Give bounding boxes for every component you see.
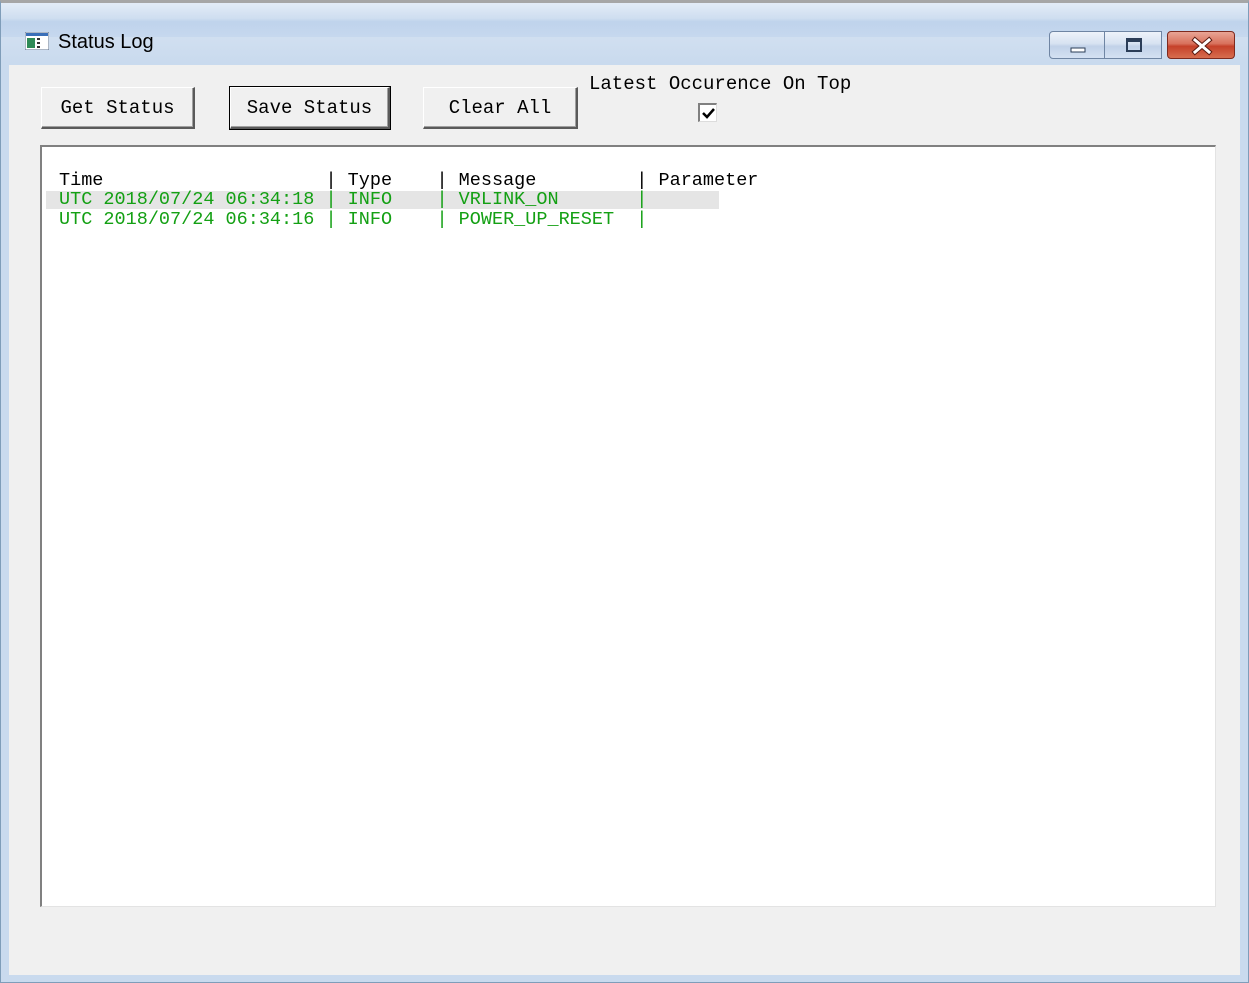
log-row[interactable]: UTC 2018/07/24 06:34:16 | INFO | POWER_U…	[59, 210, 647, 230]
get-status-button[interactable]: Get Status	[41, 87, 195, 129]
minimize-icon	[1070, 47, 1086, 53]
minimize-button[interactable]	[1049, 31, 1105, 59]
close-icon	[1191, 36, 1213, 56]
latest-on-top-label: Latest Occurence On Top	[589, 73, 852, 95]
close-button[interactable]	[1167, 31, 1235, 59]
maximize-button[interactable]	[1104, 31, 1162, 59]
client-area: Get Status Save Status Clear All Latest …	[9, 65, 1240, 975]
window-title: Status Log	[58, 31, 154, 53]
log-header: Time | Type | Message | Parameter	[59, 170, 759, 191]
clear-all-button[interactable]: Clear All	[423, 87, 578, 129]
save-status-button[interactable]: Save Status	[229, 86, 391, 130]
status-log-window: Status Log Get Status Save Status Clear …	[0, 0, 1249, 983]
latest-on-top-checkbox[interactable]	[698, 103, 717, 122]
log-row[interactable]: UTC 2018/07/24 06:34:18 | INFO | VRLINK_…	[59, 190, 647, 210]
maximize-icon	[1126, 38, 1142, 52]
status-log-app-icon	[24, 31, 50, 51]
status-log-list[interactable]: Time | Type | Message | Parameter UTC 20…	[40, 145, 1216, 907]
checkmark-icon	[702, 108, 715, 119]
